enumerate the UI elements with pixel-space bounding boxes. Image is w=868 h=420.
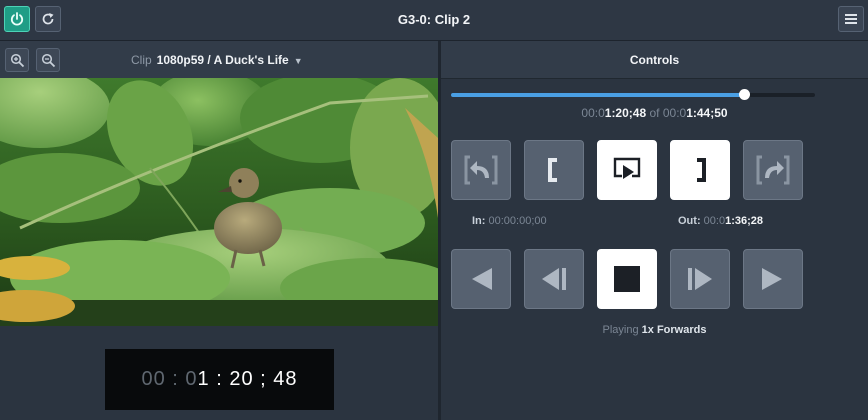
- stop-icon: [614, 266, 640, 292]
- zoom-out-button[interactable]: [36, 48, 60, 72]
- out-point: Out: 00:01:36;28: [678, 215, 763, 227]
- undo-button[interactable]: [451, 140, 511, 200]
- video-preview[interactable]: [0, 78, 438, 326]
- rewind-icon: [472, 268, 492, 290]
- timecode-display: 00 : 01 : 20 ; 48: [105, 349, 334, 410]
- menu-button[interactable]: [838, 6, 864, 32]
- redo-button-controls[interactable]: [743, 140, 803, 200]
- video-frame-duckling: [0, 78, 438, 326]
- zoom-in-button[interactable]: [5, 48, 29, 72]
- clip-selector[interactable]: Clip 1080p59 / A Duck's Life ▼: [131, 53, 303, 67]
- in-label: In:: [472, 215, 486, 227]
- clip-value: 1080p59 / A Duck's Life: [156, 53, 289, 67]
- window-title: G3-0: Clip 2: [397, 12, 471, 27]
- top-bar: G3-0: Clip 2: [0, 0, 868, 41]
- in-point: In: 00:00:00;00: [472, 215, 547, 227]
- step-forward-button[interactable]: [670, 249, 730, 309]
- redo-arrow-icon: [756, 155, 790, 185]
- step-back-button[interactable]: [524, 249, 584, 309]
- fast-forward-button[interactable]: [743, 249, 803, 309]
- status-label: Playing: [602, 324, 639, 336]
- rewind-button[interactable]: [451, 249, 511, 309]
- playback-status: Playing 1x Forwards: [441, 324, 868, 336]
- out-label: Out:: [678, 215, 701, 227]
- fast-forward-icon: [762, 268, 782, 290]
- undo-arrow-icon: [464, 155, 498, 185]
- in-value: 00:00:00;00: [488, 215, 547, 227]
- mark-in-bracket-icon: [548, 158, 557, 182]
- zoom-out-icon: [41, 53, 55, 67]
- timecode-leading: 00 : 0: [141, 368, 198, 390]
- timecode-value: 1 : 20 ; 48: [197, 368, 298, 390]
- of-label: of: [649, 106, 660, 120]
- seek-progress: [451, 93, 744, 97]
- mark-out-button[interactable]: [670, 140, 730, 200]
- viewer-toolbar: Clip 1080p59 / A Duck's Life ▼: [0, 41, 438, 78]
- play-region-icon: [613, 157, 641, 179]
- controls-title: Controls: [629, 53, 680, 67]
- play-region-button[interactable]: [597, 140, 657, 200]
- status-value: 1x Forwards: [641, 324, 707, 336]
- mark-in-button[interactable]: [524, 140, 584, 200]
- duration-leading: 00:0: [662, 106, 687, 120]
- out-value: 1:36;28: [725, 215, 764, 227]
- position-leading: 00:0: [581, 106, 605, 120]
- step-forward-icon: [688, 268, 712, 290]
- out-leading: 00:0: [703, 215, 726, 227]
- seek-handle[interactable]: [739, 89, 750, 100]
- controls-header: Controls: [441, 41, 868, 79]
- chevron-down-icon: ▼: [293, 56, 303, 66]
- zoom-in-icon: [10, 53, 24, 67]
- panel-divider[interactable]: [438, 41, 441, 420]
- mark-out-bracket-icon: [697, 158, 706, 182]
- clip-label: Clip: [131, 53, 152, 67]
- hamburger-menu-icon: [845, 14, 857, 24]
- stop-button[interactable]: [597, 249, 657, 309]
- duration-value: 1:44;50: [686, 106, 728, 120]
- position-value: 1:20;48: [604, 106, 647, 120]
- step-back-icon: [542, 268, 566, 290]
- position-readout: 00:01:20;48 of 00:01:44;50: [441, 106, 868, 120]
